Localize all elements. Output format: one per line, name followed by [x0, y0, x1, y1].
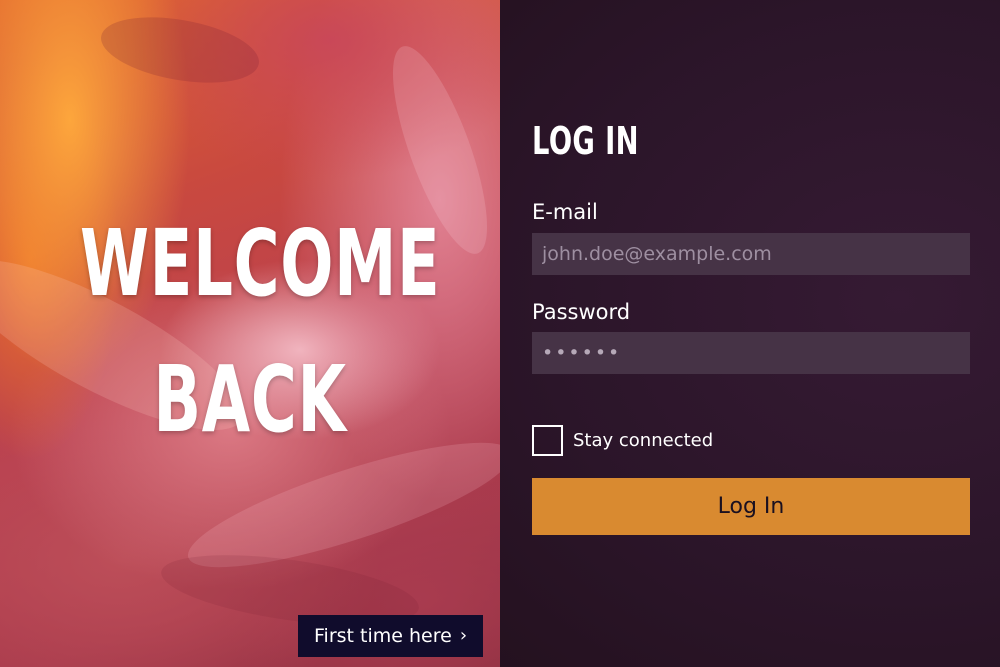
- welcome-heading-line1: WELCOME: [80, 210, 441, 317]
- stay-connected-label: Stay connected: [573, 429, 714, 451]
- password-field[interactable]: [532, 332, 970, 374]
- password-label: Password: [532, 300, 631, 324]
- canyon-texture: [96, 6, 264, 94]
- first-time-here-link[interactable]: First time here ›: [298, 615, 484, 657]
- email-label: E-mail: [532, 200, 598, 224]
- stay-connected-option: Stay connected: [532, 425, 713, 456]
- login-page: WELCOME BACK First time here › LOG IN E-…: [0, 0, 1000, 667]
- chevron-right-icon: ›: [459, 625, 468, 646]
- welcome-heading: WELCOME BACK: [80, 196, 441, 468]
- first-time-here-label: First time here: [314, 625, 452, 647]
- stay-connected-checkbox[interactable]: [532, 425, 563, 456]
- welcome-heading-line2: BACK: [153, 346, 347, 453]
- login-form-panel: LOG IN E-mail Password Stay connected Lo…: [500, 0, 1000, 667]
- login-heading: LOG IN: [532, 119, 639, 163]
- hero-image-panel: WELCOME BACK First time here ›: [0, 0, 500, 667]
- email-field[interactable]: [532, 233, 970, 275]
- login-button[interactable]: Log In: [532, 478, 970, 535]
